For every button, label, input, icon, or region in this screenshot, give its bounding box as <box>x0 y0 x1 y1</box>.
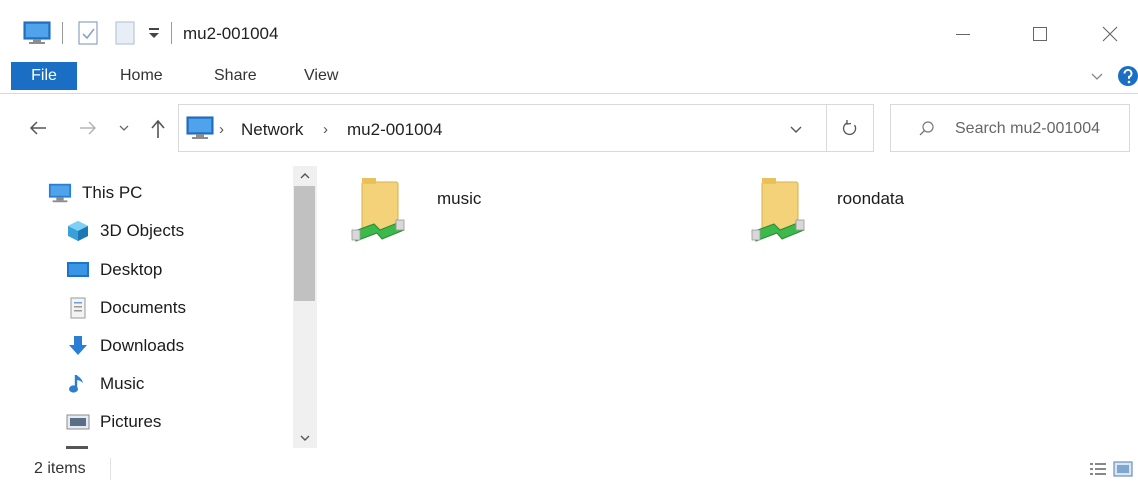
ribbon <box>0 62 1138 90</box>
folder-label-music[interactable]: music <box>437 189 481 209</box>
minimize-icon <box>956 34 970 35</box>
properties-icon[interactable] <box>77 20 99 46</box>
sidebar-item-music[interactable]: Music <box>66 366 144 402</box>
breadcrumb-current[interactable]: mu2-001004 <box>347 120 442 140</box>
refresh-button[interactable] <box>826 104 874 152</box>
breadcrumb-chevron-icon[interactable]: › <box>323 121 328 138</box>
sidebar-item-label: This PC <box>82 183 143 202</box>
tab-view[interactable]: View <box>304 62 338 90</box>
this-pc-icon[interactable] <box>22 20 52 46</box>
close-icon <box>1102 26 1118 42</box>
chevron-down-icon <box>300 435 310 441</box>
sidebar-item-label: Music <box>100 374 145 393</box>
sidebar-item-3d-objects[interactable]: 3D Objects <box>66 213 184 249</box>
network-location-icon <box>185 115 215 141</box>
minimize-button[interactable] <box>933 4 993 64</box>
refresh-icon <box>842 120 857 136</box>
details-view-icon <box>1090 463 1106 475</box>
documents-icon <box>66 297 90 319</box>
pictures-icon <box>66 411 90 433</box>
toolbar-separator <box>171 22 172 44</box>
sidebar-item-desktop[interactable]: Desktop <box>66 252 162 288</box>
details-view-button[interactable] <box>1088 460 1108 478</box>
chevron-up-icon <box>300 173 310 179</box>
desktop-icon <box>66 259 90 281</box>
item-count: 2 items <box>34 460 86 477</box>
chevron-down-icon <box>790 126 802 133</box>
folder-music[interactable] <box>350 172 410 252</box>
breadcrumb-chevron-icon[interactable]: › <box>219 121 224 138</box>
network-share-folder-icon <box>351 178 405 242</box>
scrollbar-thumb[interactable] <box>294 186 315 301</box>
expand-ribbon-icon[interactable] <box>1088 66 1106 86</box>
forward-button[interactable] <box>76 116 100 140</box>
sidebar-item-pictures[interactable]: Pictures <box>66 404 161 440</box>
tab-home[interactable]: Home <box>120 62 163 90</box>
close-button[interactable] <box>1080 4 1138 64</box>
sidebar-item-partial <box>66 446 88 449</box>
network-share-folder-icon <box>751 178 805 242</box>
back-button[interactable] <box>26 116 50 140</box>
ribbon-divider <box>0 93 1138 94</box>
up-arrow-icon <box>151 119 165 138</box>
status-divider <box>110 458 111 480</box>
tab-file[interactable]: File <box>11 62 77 90</box>
toolbar-separator <box>62 22 63 44</box>
address-history-button[interactable] <box>787 121 805 139</box>
forward-arrow-icon <box>80 121 97 135</box>
3d-objects-icon <box>66 220 90 242</box>
sidebar-item-downloads[interactable]: Downloads <box>66 328 184 364</box>
search-box[interactable]: Search mu2-001004 <box>890 104 1130 152</box>
breadcrumb-network[interactable]: Network <box>241 120 303 140</box>
sidebar-item-this-pc[interactable]: This PC <box>48 175 142 211</box>
maximize-icon <box>1033 27 1047 41</box>
window-title: mu2-001004 <box>183 24 279 43</box>
status-bar <box>0 455 1138 483</box>
sidebar-item-label: 3D Objects <box>100 221 185 240</box>
folder-label-roondata[interactable]: roondata <box>837 189 904 209</box>
back-arrow-icon <box>29 121 46 135</box>
large-icons-view-icon <box>1113 461 1133 477</box>
scroll-down-button[interactable] <box>297 431 313 445</box>
address-bar[interactable]: › Network › mu2-001004 <box>178 104 827 152</box>
this-pc-icon <box>48 182 72 204</box>
recent-locations-button[interactable] <box>116 118 132 138</box>
sidebar-item-label: Documents <box>100 298 186 317</box>
scroll-up-button[interactable] <box>297 169 313 183</box>
sidebar-item-label: Desktop <box>100 260 163 279</box>
sidebar-item-label: Pictures <box>100 412 162 431</box>
search-placeholder: Search mu2-001004 <box>955 120 1100 137</box>
sidebar-item-label: Downloads <box>100 336 185 355</box>
new-folder-icon[interactable] <box>114 20 136 46</box>
up-button[interactable] <box>146 116 170 142</box>
folder-roondata[interactable] <box>750 172 810 252</box>
music-icon <box>66 373 90 395</box>
chevron-down-icon <box>119 125 129 131</box>
customize-toolbar-icon[interactable] <box>146 22 162 42</box>
maximize-button[interactable] <box>1010 4 1070 64</box>
downloads-icon <box>66 335 90 357</box>
tab-share[interactable]: Share <box>214 62 257 90</box>
sidebar-item-documents[interactable]: Documents <box>66 290 186 326</box>
help-icon[interactable] <box>1116 64 1138 88</box>
large-icons-view-button[interactable] <box>1112 460 1134 478</box>
search-icon <box>917 119 937 139</box>
